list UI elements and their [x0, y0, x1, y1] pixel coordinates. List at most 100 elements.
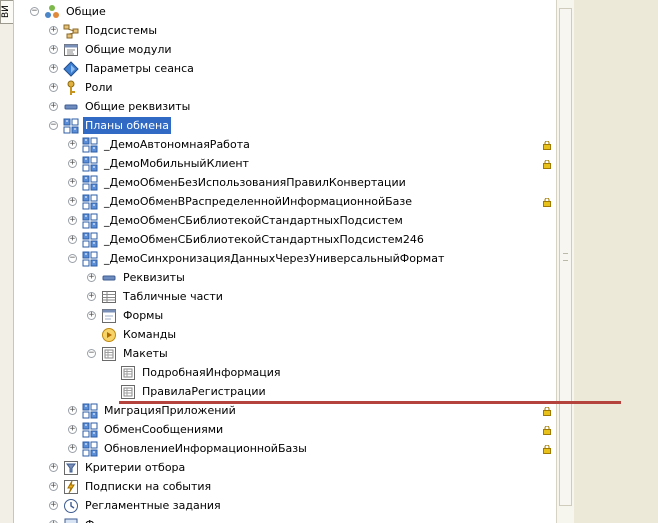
lock-icon [543, 159, 551, 169]
tree-row[interactable]: + _ДемоОбменСБиблиотекойСтандартныхПодсис… [14, 211, 555, 230]
tree-row[interactable]: + Роли [14, 78, 555, 97]
lock-icon [543, 444, 551, 454]
tree-item-label[interactable]: МиграцияПриложений [102, 402, 238, 419]
collapse-toggle[interactable]: − [68, 254, 77, 263]
command-icon [101, 327, 117, 343]
tree-row[interactable]: + Подписки на события [14, 477, 555, 496]
expand-toggle[interactable]: + [49, 64, 58, 73]
tree-item-label[interactable]: _ДемоОбменБезИспользованияПравилКонверта… [102, 174, 408, 191]
expand-toggle[interactable]: + [49, 482, 58, 491]
tree-item-label[interactable]: Параметры сеанса [83, 60, 196, 77]
collapse-toggle[interactable]: − [30, 7, 39, 16]
tree-item-label[interactable]: Общие реквизиты [83, 98, 192, 115]
expand-toggle[interactable]: + [49, 102, 58, 111]
tree-row[interactable]: + Табличные части [14, 287, 555, 306]
tree-item-label[interactable]: Ф [83, 516, 96, 523]
tree-row[interactable]: + Параметры сеанса [14, 59, 555, 78]
tree-item-label[interactable]: Команды [121, 326, 178, 343]
expand-toggle[interactable]: + [49, 26, 58, 35]
tree-item-label[interactable]: ОбменСообщениями [102, 421, 225, 438]
expand-toggle[interactable]: + [49, 501, 58, 510]
exchange-plan-icon [82, 441, 98, 457]
tree-row[interactable]: ПодробнаяИнформация [14, 363, 555, 382]
collapse-toggle[interactable]: − [87, 349, 96, 358]
tree-row[interactable]: + Общие реквизиты [14, 97, 555, 116]
tree-row[interactable]: − _ДемоСинхронизацияДанныхЧерезУниверсаль… [14, 249, 555, 268]
tree-item-label[interactable]: _ДемоОбменВРаспределеннойИнформационнойБ… [102, 193, 414, 210]
tree-item-label[interactable]: Макеты [121, 345, 170, 362]
tree-item-label[interactable]: Подсистемы [83, 22, 159, 39]
collapse-toggle[interactable]: − [49, 121, 58, 130]
tree-item-label[interactable]: Реквизиты [121, 269, 187, 286]
tree-item-label[interactable]: _ДемоОбменСБиблиотекойСтандартныхПодсист… [102, 231, 426, 248]
tree-row[interactable]: + _ДемоОбменБезИспользованияПравилКонверт… [14, 173, 555, 192]
exchange-plan-icon [63, 118, 79, 134]
expand-toggle[interactable]: + [87, 311, 96, 320]
tree-row[interactable]: + ОбменСообщениями [14, 420, 555, 439]
expand-toggle[interactable]: + [68, 178, 77, 187]
configuration-tree[interactable]: − Общие + Подсистемы + Общие модули + Параметры… [14, 0, 555, 523]
expand-toggle[interactable]: + [68, 235, 77, 244]
tree-row[interactable]: Команды [14, 325, 555, 344]
tree-row[interactable]: − Планы обмена [14, 116, 555, 135]
attribute-icon [101, 270, 117, 286]
tree-row[interactable]: + _ДемоОбменВРаспределеннойИнформационной… [14, 192, 555, 211]
tree-row[interactable]: + Подсистемы [14, 21, 555, 40]
template-icon [101, 346, 117, 362]
scrollbar-thumb[interactable] [559, 8, 572, 506]
tree-item-label[interactable]: _ДемоСинхронизацияДанныхЧерезУниверсальн… [102, 250, 446, 267]
expand-toggle[interactable]: + [87, 273, 96, 282]
scrollbar-grip [563, 253, 568, 261]
tree-row[interactable]: + Формы [14, 306, 555, 325]
tree-item-label[interactable]: Планы обмена [83, 117, 171, 134]
tree-row[interactable]: − Макеты [14, 344, 555, 363]
tree-item-label[interactable]: Критерии отбора [83, 459, 187, 476]
tree-row[interactable]: + _ДемоОбменСБиблиотекойСтандартныхПодсис… [14, 230, 555, 249]
exchange-plan-icon [82, 232, 98, 248]
tree-row[interactable]: + _ДемоАвтономнаяРабота [14, 135, 555, 154]
tree-item-label[interactable]: Регламентные задания [83, 497, 223, 514]
session-params-icon [63, 61, 79, 77]
exchange-plan-icon [82, 403, 98, 419]
exchange-plan-icon [82, 251, 98, 267]
tree-item-label[interactable]: ПравилаРегистрации [140, 383, 268, 400]
tree-row[interactable]: +Ф [14, 515, 555, 523]
tree-item-label[interactable]: Общие модули [83, 41, 174, 58]
tree-item-label[interactable]: Формы [121, 307, 165, 324]
expand-toggle[interactable]: + [68, 425, 77, 434]
tree-item-label[interactable]: Подписки на события [83, 478, 213, 495]
side-tab[interactable]: ВИ [0, 0, 13, 24]
tree-row[interactable]: + Реквизиты [14, 268, 555, 287]
tree-item-label[interactable]: Общие [64, 3, 108, 20]
expand-toggle[interactable]: + [49, 45, 58, 54]
tree-item-label[interactable]: ПодробнаяИнформация [140, 364, 282, 381]
tree-row[interactable]: + _ДемоМобильныйКлиент [14, 154, 555, 173]
expand-toggle[interactable]: + [49, 463, 58, 472]
expand-toggle[interactable]: + [68, 406, 77, 415]
tree-item-label[interactable]: _ДемоОбменСБиблиотекойСтандартныхПодсист… [102, 212, 405, 229]
tree-item-label[interactable]: _ДемоМобильныйКлиент [102, 155, 251, 172]
tree-row[interactable]: ПравилаРегистрации [14, 382, 555, 401]
left-side-panel: ВИ [0, 0, 14, 523]
attribute-icon [63, 99, 79, 115]
tree-item-label[interactable]: Табличные части [121, 288, 225, 305]
expand-toggle[interactable]: + [49, 83, 58, 92]
tree-item-label[interactable]: _ДемоАвтономнаяРабота [102, 136, 252, 153]
tree-row[interactable]: + Критерии отбора [14, 458, 555, 477]
expand-toggle[interactable]: + [68, 216, 77, 225]
exchange-plan-icon [82, 194, 98, 210]
module-icon [63, 42, 79, 58]
tree-row[interactable]: + ОбновлениеИнформационнойБазы [14, 439, 555, 458]
tree-item-label[interactable]: Роли [83, 79, 115, 96]
expand-toggle[interactable]: + [68, 140, 77, 149]
expand-toggle[interactable]: + [68, 444, 77, 453]
expand-toggle[interactable]: + [68, 159, 77, 168]
tree-row[interactable]: + Общие модули [14, 40, 555, 59]
expand-toggle[interactable]: + [87, 292, 96, 301]
tree-row[interactable]: + Регламентные задания [14, 496, 555, 515]
tree-item-label[interactable]: ОбновлениеИнформационнойБазы [102, 440, 309, 457]
expand-toggle[interactable]: + [68, 197, 77, 206]
vertical-scrollbar[interactable] [556, 0, 574, 523]
functional-option-icon [63, 517, 79, 523]
tree-row[interactable]: − Общие [14, 2, 555, 21]
